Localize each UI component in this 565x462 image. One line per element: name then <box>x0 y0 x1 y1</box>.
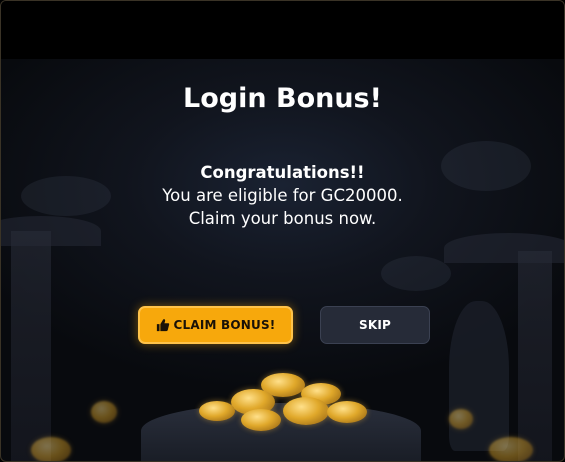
bonus-message: Congratulations!! You are eligible for G… <box>1 161 564 230</box>
coin-decoration <box>449 409 473 429</box>
coin-decoration <box>199 401 235 421</box>
modal-title: Login Bonus! <box>183 83 382 114</box>
skip-button[interactable]: SKIP <box>320 306 430 344</box>
skip-label: SKIP <box>358 318 391 332</box>
coin-decoration <box>241 409 281 431</box>
modal-top-band <box>1 1 564 59</box>
background-pillar-right <box>518 251 552 461</box>
background-table <box>141 403 421 461</box>
coin-decoration <box>31 437 71 461</box>
background-pillar-left <box>11 231 51 461</box>
coin-decoration <box>327 401 367 423</box>
coin-decoration <box>91 401 117 423</box>
background-cloud <box>381 256 451 291</box>
coin-decoration <box>283 397 329 425</box>
claim-bonus-button[interactable]: CLAIM BONUS! <box>138 306 293 344</box>
thumbs-up-icon <box>156 319 169 332</box>
eligibility-text: You are eligible for GC20000. <box>162 186 403 205</box>
claim-prompt-text: Claim your bonus now. <box>188 209 377 228</box>
congratulations-heading: Congratulations!! <box>200 163 365 182</box>
coin-decoration <box>489 437 533 461</box>
login-bonus-modal: Login Bonus! Congratulations!! You are e… <box>0 0 565 462</box>
claim-bonus-label: CLAIM BONUS! <box>173 318 276 332</box>
